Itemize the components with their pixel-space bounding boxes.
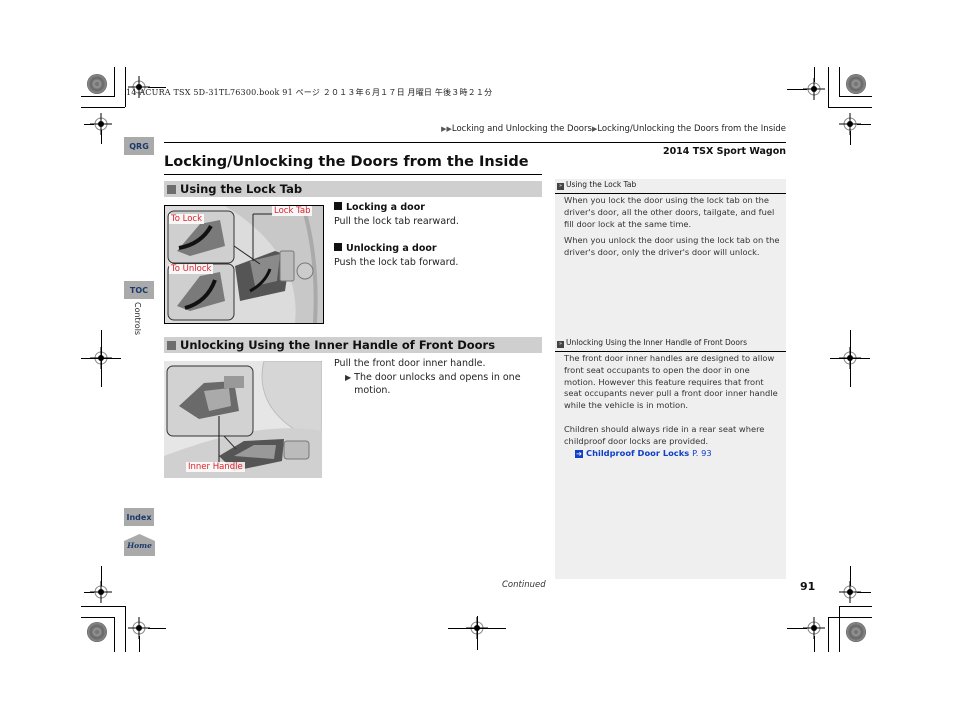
- print-header: 14 ACURA TSX 5D-31TL76300.book 91 ページ ２０…: [126, 88, 493, 97]
- home-label: Home: [127, 541, 152, 550]
- callout-label: To Unlock: [169, 264, 214, 274]
- childproof-door-locks-link[interactable]: ➔ Childproof Door Locks P. 93: [564, 448, 782, 460]
- note-divider: [555, 351, 786, 352]
- link-arrow-icon: ➔: [575, 449, 583, 458]
- note-icon: »: [557, 183, 564, 190]
- continued-label: Continued: [502, 580, 546, 590]
- step-text: Push the lock tab forward.: [334, 256, 459, 268]
- double-arrow-icon: ▶▶: [441, 125, 452, 133]
- inner-handle-illustration: Inner Handle: [164, 361, 322, 478]
- note-body: When you lock the door using the lock ta…: [564, 195, 780, 258]
- step-text: Pull the front door inner handle.: [334, 358, 486, 369]
- breadcrumb-item[interactable]: Locking and Unlocking the Doors: [452, 124, 592, 134]
- square-bullet-icon: [167, 340, 176, 350]
- home-tab[interactable]: Home: [124, 534, 155, 556]
- page-title: Locking/Unlocking the Doors from the Ins…: [164, 154, 529, 170]
- callout-label: Lock Tab: [272, 206, 313, 216]
- breadcrumb-item[interactable]: Locking/Unlocking the Doors from the Ins…: [597, 124, 786, 134]
- registration-disc: [87, 74, 107, 94]
- section-heading: Unlocking Using the Inner Handle of Fron…: [164, 337, 542, 353]
- page-number: 91: [800, 580, 816, 593]
- qrg-tab[interactable]: QRG: [124, 137, 154, 155]
- lock-tab-steps: Locking a door Pull the lock tab rearwar…: [334, 201, 539, 269]
- square-bullet-icon: [167, 184, 176, 194]
- door-handle-drawing: [164, 361, 322, 478]
- lock-tab-illustration: To Lock Lock Tab To Unlock: [164, 205, 324, 324]
- step-text: Pull the lock tab rearward.: [334, 215, 459, 227]
- square-bullet-icon: [334, 243, 342, 251]
- note-divider: [555, 193, 786, 194]
- note-body: The front door inner handles are designe…: [564, 353, 782, 459]
- callout-label: Inner Handle: [186, 462, 245, 472]
- step-subheading: Unlocking a door: [334, 242, 539, 256]
- inner-handle-steps: Pull the front door inner handle. ▶ The …: [334, 357, 539, 398]
- model-name: 2014 TSX Sport Wagon: [662, 146, 786, 157]
- note-icon: »: [557, 341, 564, 348]
- toc-tab[interactable]: TOC: [124, 281, 154, 299]
- callout-label: To Lock: [169, 214, 205, 224]
- square-bullet-icon: [334, 202, 342, 210]
- registration-disc: [87, 622, 107, 642]
- section-heading: Using the Lock Tab: [164, 181, 542, 197]
- index-tab[interactable]: Index: [124, 508, 154, 526]
- title-divider: [164, 174, 542, 175]
- note-heading: » Unlocking Using the Inner Handle of Fro…: [557, 338, 747, 348]
- chapter-label: Controls: [133, 302, 142, 336]
- note-heading: » Using the Lock Tab: [557, 180, 637, 190]
- registration-disc: [846, 74, 866, 94]
- registration-disc: [846, 622, 866, 642]
- result-arrow-icon: ▶: [345, 372, 352, 382]
- breadcrumb: ▶▶Locking and Unlocking the Doors▶Lockin…: [441, 124, 786, 134]
- notes-panel: » Using the Lock Tab When you lock the do…: [555, 179, 786, 579]
- step-subheading: Locking a door: [334, 201, 539, 215]
- header-divider: [164, 142, 786, 143]
- result-line: ▶ The door unlocks and opens in one moti…: [345, 371, 521, 397]
